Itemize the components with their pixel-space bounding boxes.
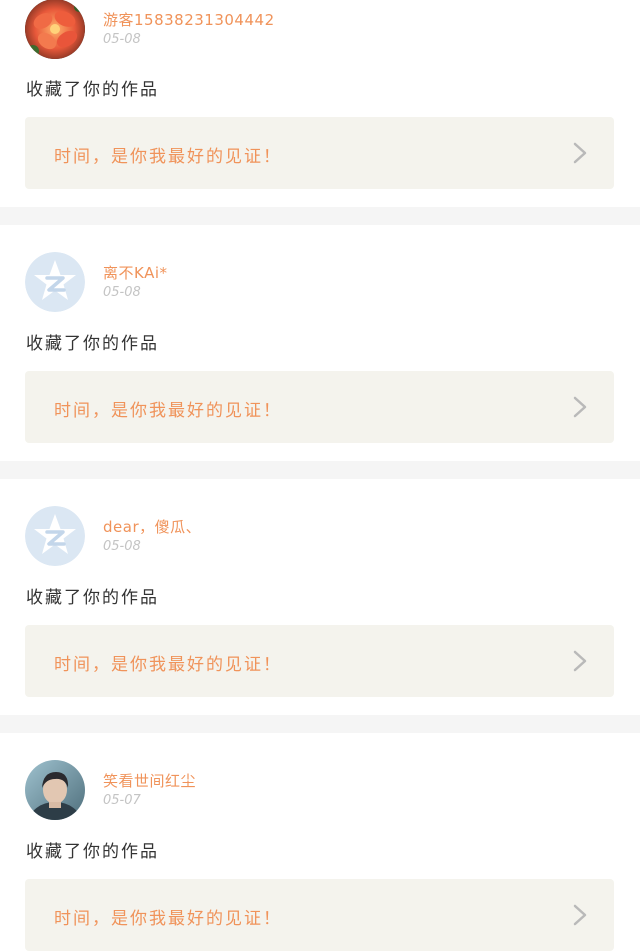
feed-item: 游客15838231304442 05-08 收藏了你的作品 时间，是你我最好的… <box>0 0 640 207</box>
default-qq-avatar-icon <box>25 506 85 566</box>
activity-text: 收藏了你的作品 <box>26 334 159 354</box>
work-link-card[interactable]: 时间，是你我最好的见证！ <box>25 371 614 443</box>
work-link-card[interactable]: 时间，是你我最好的见证！ <box>25 879 614 951</box>
feed-item: 离不KAi* 05-08 收藏了你的作品 时间，是你我最好的见证！ <box>0 225 640 461</box>
activity-text: 收藏了你的作品 <box>26 80 159 100</box>
avatar[interactable] <box>25 0 85 59</box>
activity-text: 收藏了你的作品 <box>26 842 159 862</box>
timestamp: 05-08 <box>103 32 141 47</box>
work-title: 时间，是你我最好的见证！ <box>54 401 282 421</box>
work-link-card[interactable]: 时间，是你我最好的见证！ <box>25 117 614 189</box>
activity-text: 收藏了你的作品 <box>26 588 159 608</box>
username[interactable]: 笑看世间红尘 <box>103 770 196 791</box>
feed-item: 笑看世间红尘 05-07 收藏了你的作品 时间，是你我最好的见证！ <box>0 733 640 952</box>
feed-item-header: 游客15838231304442 05-08 <box>25 0 615 59</box>
feed-item-header: dear，傻瓜、 05-08 <box>25 506 615 566</box>
default-qq-avatar-icon <box>25 252 85 312</box>
chevron-right-icon <box>573 142 587 164</box>
avatar[interactable] <box>25 506 85 566</box>
feed-item-header: 笑看世间红尘 05-07 <box>25 760 615 820</box>
chevron-right-icon <box>573 396 587 418</box>
person-photo-avatar-icon <box>25 760 85 820</box>
chevron-right-icon <box>573 904 587 926</box>
timestamp: 05-07 <box>103 793 141 808</box>
avatar[interactable] <box>25 252 85 312</box>
activity-feed: 游客15838231304442 05-08 收藏了你的作品 时间，是你我最好的… <box>0 0 640 952</box>
username[interactable]: 游客15838231304442 <box>103 9 275 30</box>
avatar[interactable] <box>25 760 85 820</box>
work-title: 时间，是你我最好的见证！ <box>54 147 282 167</box>
flower-photo-avatar-icon <box>25 0 85 59</box>
work-title: 时间，是你我最好的见证！ <box>54 655 282 675</box>
timestamp: 05-08 <box>103 285 141 300</box>
work-link-card[interactable]: 时间，是你我最好的见证！ <box>25 625 614 697</box>
username[interactable]: dear，傻瓜、 <box>103 516 201 537</box>
timestamp: 05-08 <box>103 539 141 554</box>
username[interactable]: 离不KAi* <box>103 262 168 283</box>
work-title: 时间，是你我最好的见证！ <box>54 909 282 929</box>
chevron-right-icon <box>573 650 587 672</box>
feed-item: dear，傻瓜、 05-08 收藏了你的作品 时间，是你我最好的见证！ <box>0 479 640 715</box>
feed-item-header: 离不KAi* 05-08 <box>25 252 615 312</box>
